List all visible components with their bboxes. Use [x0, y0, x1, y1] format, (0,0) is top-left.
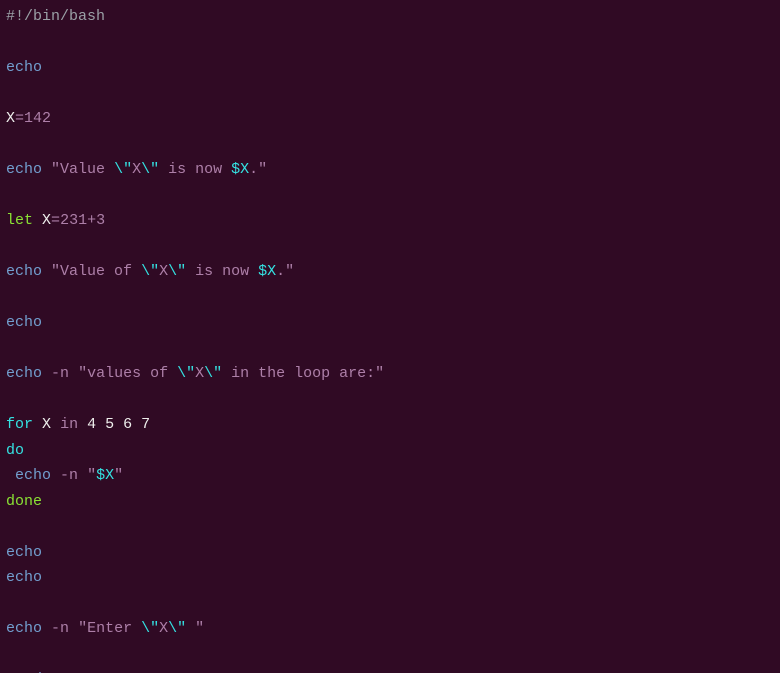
echo-cmd: echo	[6, 59, 42, 76]
quote: "	[78, 620, 87, 637]
escape-quote: \"	[141, 263, 159, 280]
string-text: X	[159, 620, 168, 637]
escape-quote: \"	[204, 365, 222, 382]
echo-cmd: echo	[6, 314, 42, 331]
string-text: Value	[60, 161, 114, 178]
let-expr: 231+3	[60, 212, 105, 229]
quote: "	[285, 263, 294, 280]
done-kw: done	[6, 493, 42, 510]
quote: "	[258, 161, 267, 178]
string-text: Value of	[60, 263, 141, 280]
quote: "	[375, 365, 384, 382]
assign-op: =	[51, 212, 60, 229]
string-literal: "Enter \"X\" "	[78, 620, 204, 637]
literal-142: 142	[24, 110, 51, 127]
echo-cmd: echo	[6, 263, 42, 280]
quote: "	[51, 161, 60, 178]
escape-quote: \"	[114, 161, 132, 178]
escape-quote: \"	[177, 365, 195, 382]
quote: "	[87, 467, 96, 484]
string-text: X	[132, 161, 141, 178]
assign-op: =	[15, 110, 24, 127]
flag-n: -n	[51, 365, 69, 382]
var-ref: $X	[231, 161, 249, 178]
do-kw: do	[6, 442, 24, 459]
string-text: X	[159, 263, 168, 280]
for-kw: for	[6, 416, 33, 433]
string-literal: "$X"	[87, 467, 123, 484]
string-text: values of	[87, 365, 177, 382]
quote: "	[114, 467, 123, 484]
string-text: is now	[159, 161, 231, 178]
escape-quote: \"	[141, 620, 159, 637]
in-kw: in	[60, 416, 78, 433]
string-text: Enter	[87, 620, 141, 637]
string-literal: "Value \"X\" is now $X."	[51, 161, 267, 178]
var-ref: $X	[96, 467, 114, 484]
loop-values: 4 5 6 7	[87, 416, 150, 433]
escape-quote: \"	[168, 263, 186, 280]
string-text: in the loop are:	[222, 365, 375, 382]
escape-quote: \"	[141, 161, 159, 178]
string-text: is now	[186, 263, 258, 280]
string-text	[186, 620, 195, 637]
quote: "	[195, 620, 204, 637]
echo-cmd: echo	[6, 544, 42, 561]
let-cmd: let	[6, 212, 33, 229]
echo-cmd: echo	[6, 620, 42, 637]
var-ref: $X	[258, 263, 276, 280]
string-literal: "values of \"X\" in the loop are:"	[78, 365, 384, 382]
string-text: .	[249, 161, 258, 178]
flag-n: -n	[60, 467, 78, 484]
bash-script: #!/bin/bash echo X=142 echo "Value \"X\"…	[0, 0, 780, 673]
escape-quote: \"	[168, 620, 186, 637]
var-x: X	[42, 212, 51, 229]
shebang-line: #!/bin/bash	[6, 8, 105, 25]
var-x: X	[6, 110, 15, 127]
string-text: .	[276, 263, 285, 280]
echo-cmd: echo	[6, 161, 42, 178]
echo-cmd: echo	[6, 569, 42, 586]
var-x: X	[42, 416, 51, 433]
quote: "	[51, 263, 60, 280]
string-literal: "Value of \"X\" is now $X."	[51, 263, 294, 280]
flag-n: -n	[51, 620, 69, 637]
string-text: X	[195, 365, 204, 382]
echo-cmd: echo	[6, 365, 42, 382]
quote: "	[78, 365, 87, 382]
echo-cmd: echo	[15, 467, 51, 484]
